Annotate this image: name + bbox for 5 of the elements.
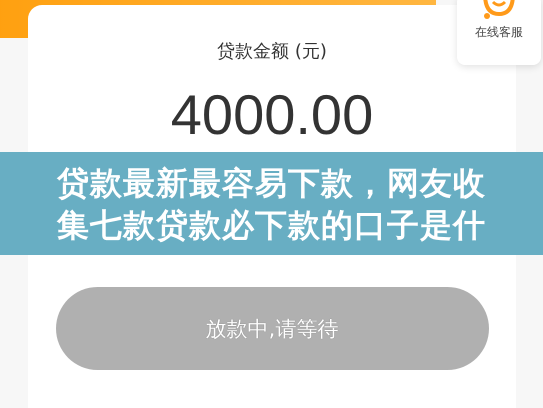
banner-title-line: 贷款最新最容易下款，网友收 [57, 162, 486, 204]
customer-service-button[interactable]: 在线客服 [457, 0, 541, 65]
amount-value: 4000.00 [170, 87, 374, 143]
banner-title-line: 集七款贷款必下款的口子是什 [57, 204, 486, 246]
amount-label: 贷款金额 (元) [217, 40, 327, 63]
